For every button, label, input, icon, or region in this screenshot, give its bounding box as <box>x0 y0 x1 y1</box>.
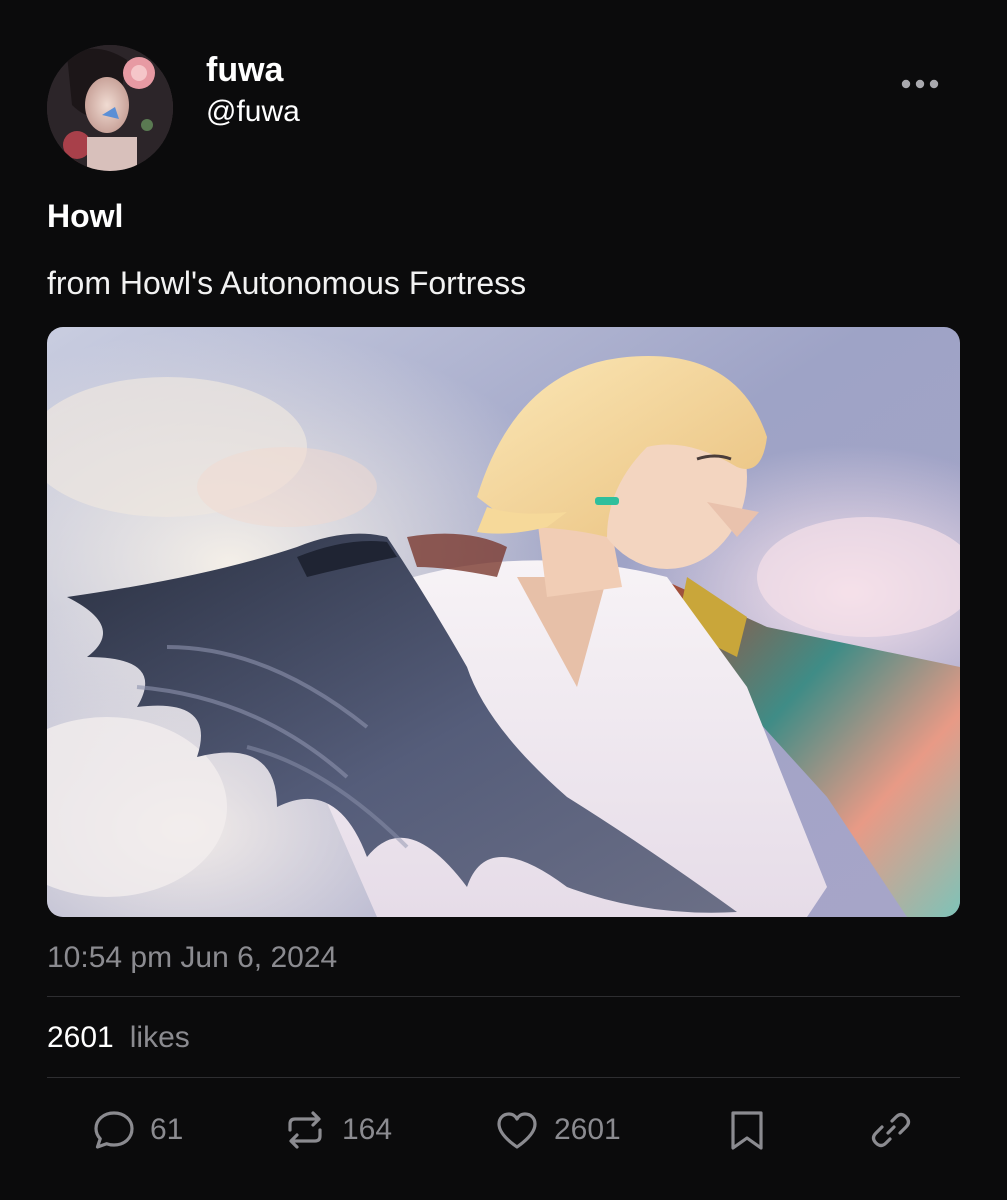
heart-icon <box>497 1112 537 1149</box>
post-body: from Howl's Autonomous Fortress <box>47 265 527 301</box>
speech-bubble-icon <box>94 1111 134 1149</box>
likes-label: likes <box>129 1021 190 1054</box>
reply-button[interactable]: 61 <box>92 1105 183 1155</box>
repost-button[interactable]: 164 <box>282 1105 392 1155</box>
share-link-button[interactable] <box>868 1105 914 1155</box>
more-horizontal-icon <box>901 79 939 89</box>
post-image[interactable] <box>47 327 960 917</box>
post-timestamp: 10:54 pm Jun 6, 2024 <box>47 941 338 974</box>
bookmark-icon <box>731 1111 763 1150</box>
like-button[interactable]: 2601 <box>494 1105 621 1155</box>
author-handle[interactable]: @fuwa <box>206 94 300 130</box>
artwork-illustration <box>47 327 960 917</box>
divider <box>47 1077 960 1078</box>
post-title: Howl <box>47 198 124 234</box>
link-icon <box>871 1112 911 1148</box>
bookmark-button[interactable] <box>727 1105 767 1155</box>
author-display-name[interactable]: fuwa <box>206 50 283 90</box>
likes-summary[interactable]: 2601 likes <box>47 1019 190 1057</box>
avatar-illustration <box>47 45 173 171</box>
repost-arrows-icon <box>288 1111 322 1149</box>
author-avatar[interactable] <box>47 45 173 171</box>
more-options-button[interactable] <box>896 66 944 102</box>
reply-count: 61 <box>150 1113 184 1146</box>
like-count: 2601 <box>554 1113 621 1146</box>
repost-count: 164 <box>342 1113 393 1146</box>
likes-count: 2601 <box>47 1021 114 1054</box>
divider <box>47 996 960 997</box>
